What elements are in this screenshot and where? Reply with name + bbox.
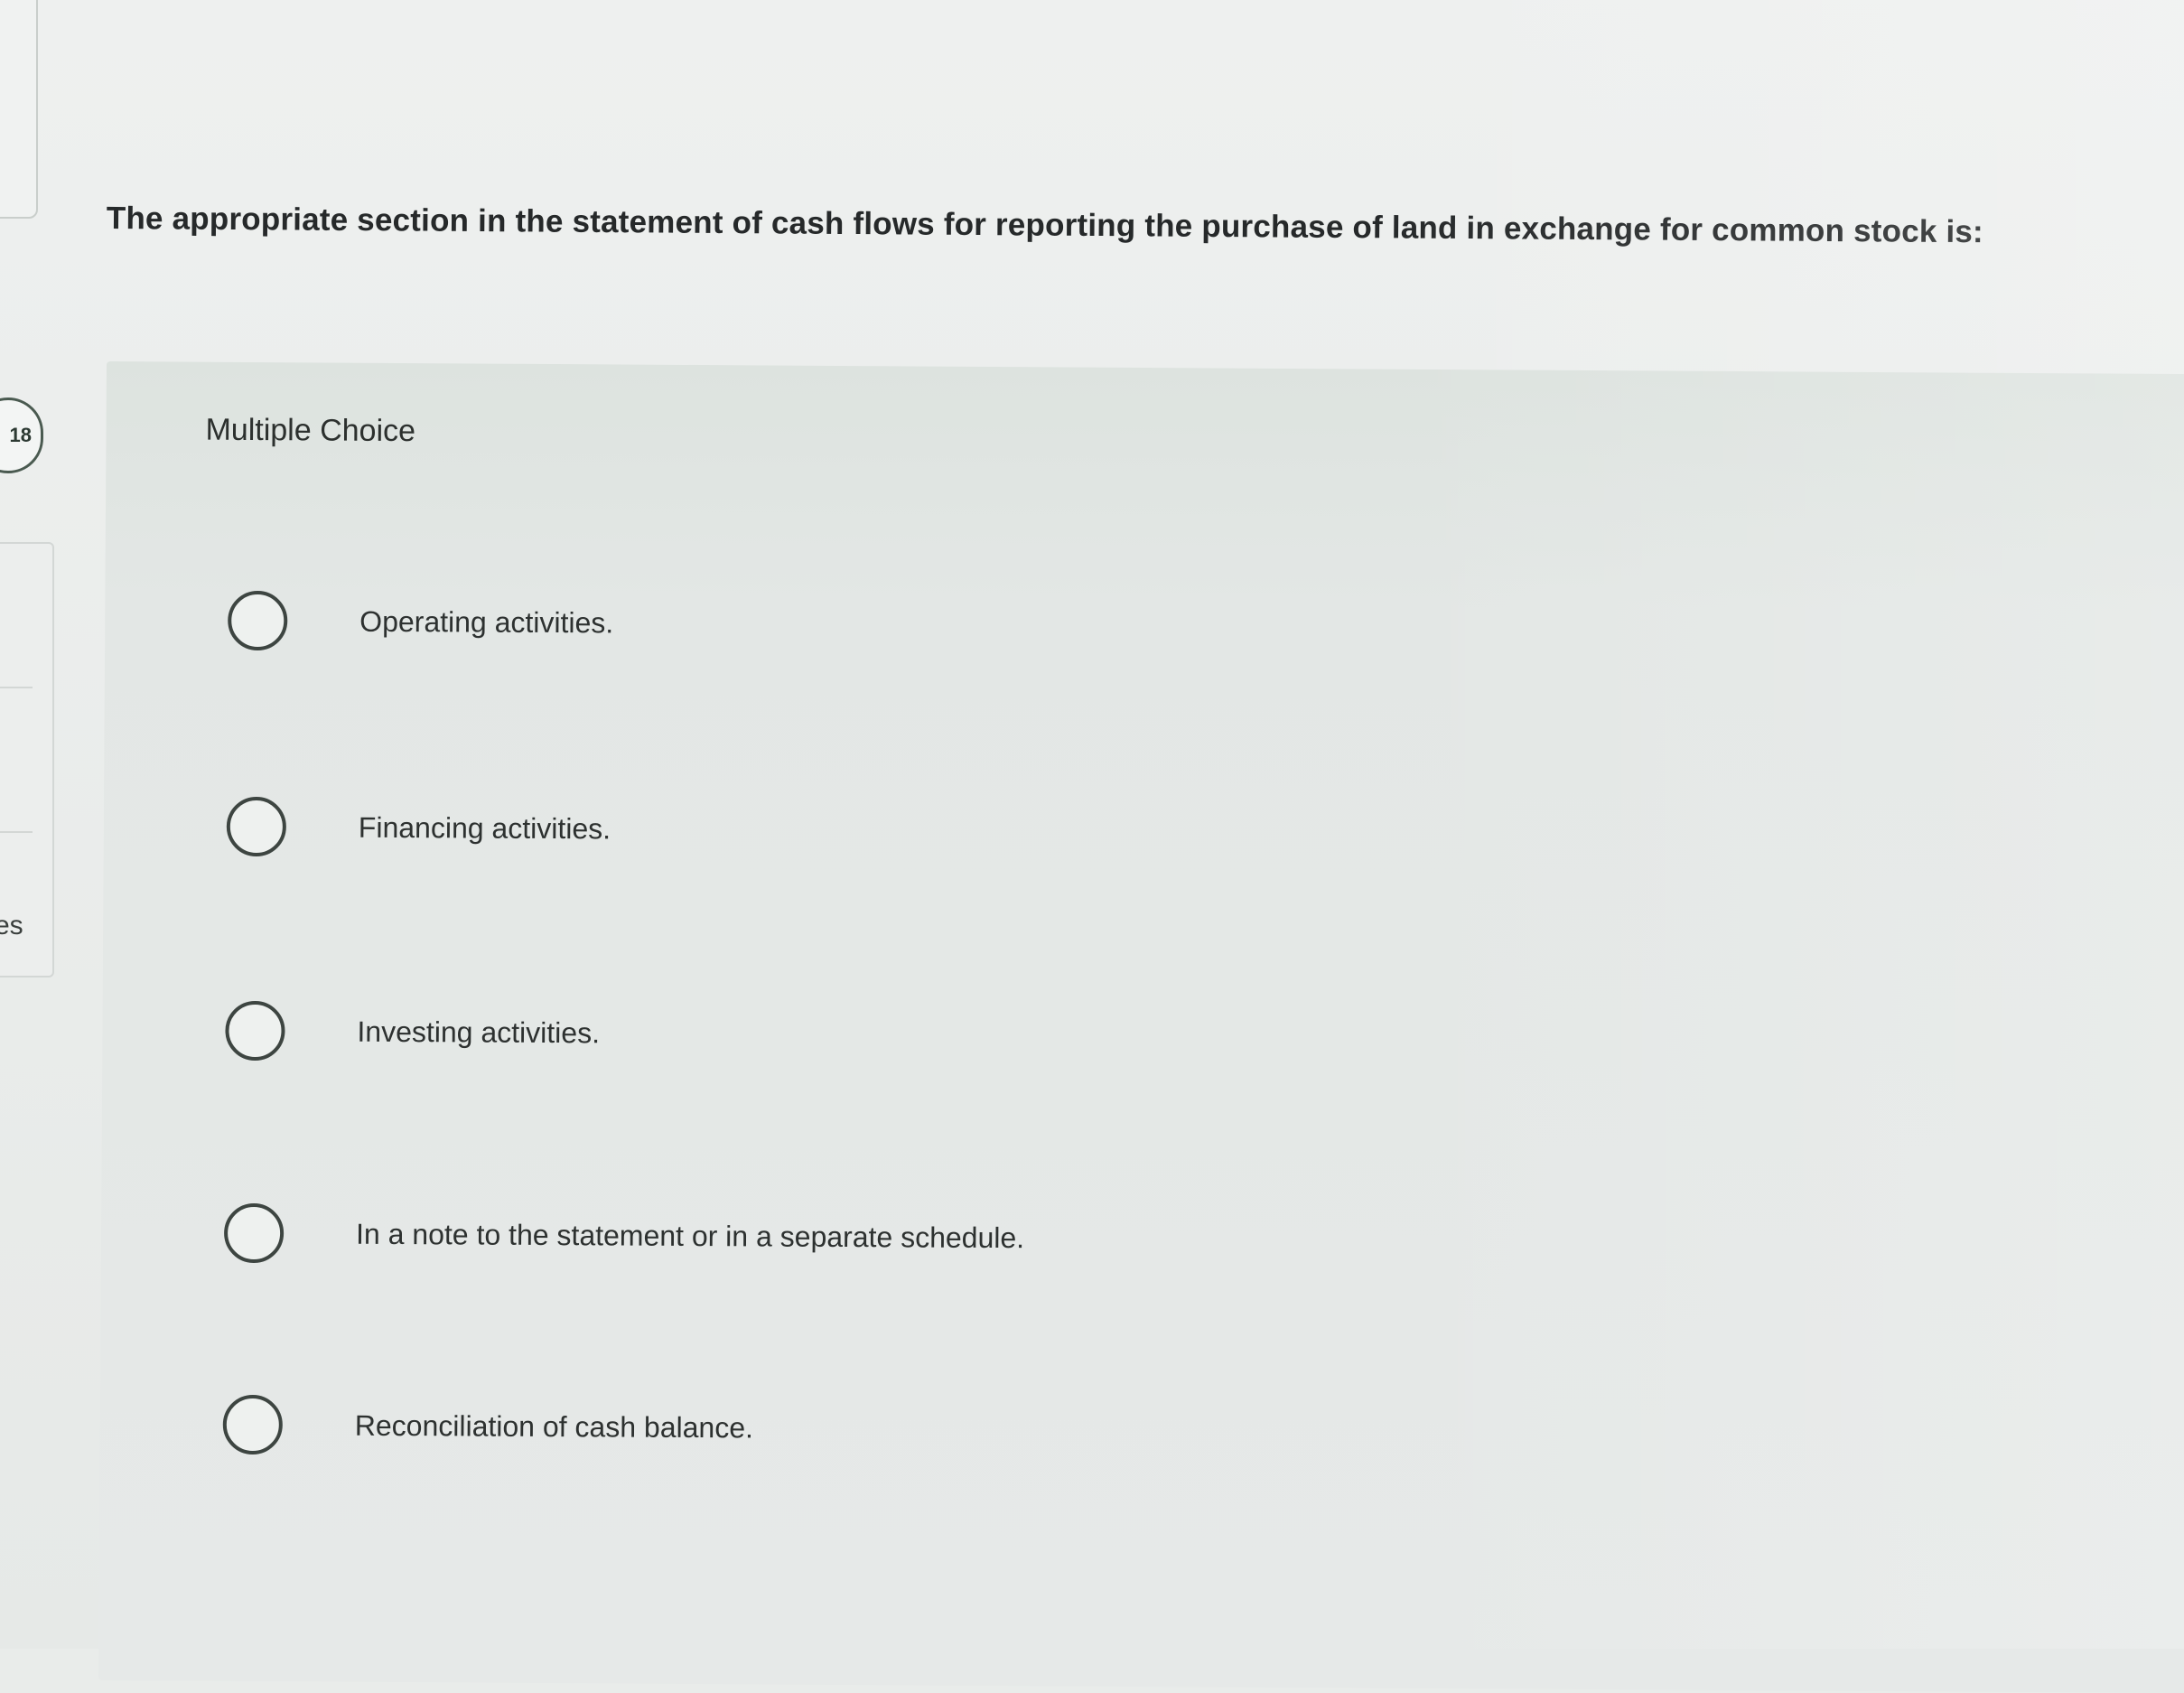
sidebar-label-fragment[interactable]: es [0, 911, 23, 941]
answer-option-1[interactable]: Operating activities. [228, 585, 613, 659]
question-text: The appropriate section in the statement… [106, 201, 1984, 250]
multiple-choice-panel: Multiple Choice Operating activities. Fi… [98, 361, 2184, 1693]
answer-option-label: Operating activities. [359, 604, 614, 639]
radio-button[interactable] [226, 796, 287, 857]
question-number-badge[interactable]: 18 [0, 398, 43, 473]
radio-button[interactable] [228, 590, 288, 651]
answer-option-label: In a note to the statement or in a separ… [355, 1217, 1025, 1254]
sidebar-divider [0, 831, 33, 833]
answer-option-4[interactable]: In a note to the statement or in a separ… [223, 1197, 1025, 1274]
answer-option-3[interactable]: Investing activities. [225, 995, 600, 1070]
answer-option-label: Financing activities. [358, 810, 611, 845]
question-number: 18 [9, 424, 32, 446]
page: 18 es The appropriate section in the sta… [0, 0, 2184, 1693]
answer-option-label: Investing activities. [357, 1015, 601, 1049]
radio-button[interactable] [222, 1394, 284, 1455]
sidebar-divider [0, 687, 33, 688]
answer-option-label: Reconciliation of cash balance. [354, 1408, 754, 1444]
answer-option-2[interactable]: Financing activities. [226, 790, 611, 865]
question-type-label: Multiple Choice [205, 412, 416, 449]
sidebar-top-panel [0, 0, 38, 219]
radio-button[interactable] [225, 1000, 285, 1062]
answer-option-5[interactable]: Reconciliation of cash balance. [222, 1389, 754, 1464]
radio-button[interactable] [223, 1202, 285, 1264]
